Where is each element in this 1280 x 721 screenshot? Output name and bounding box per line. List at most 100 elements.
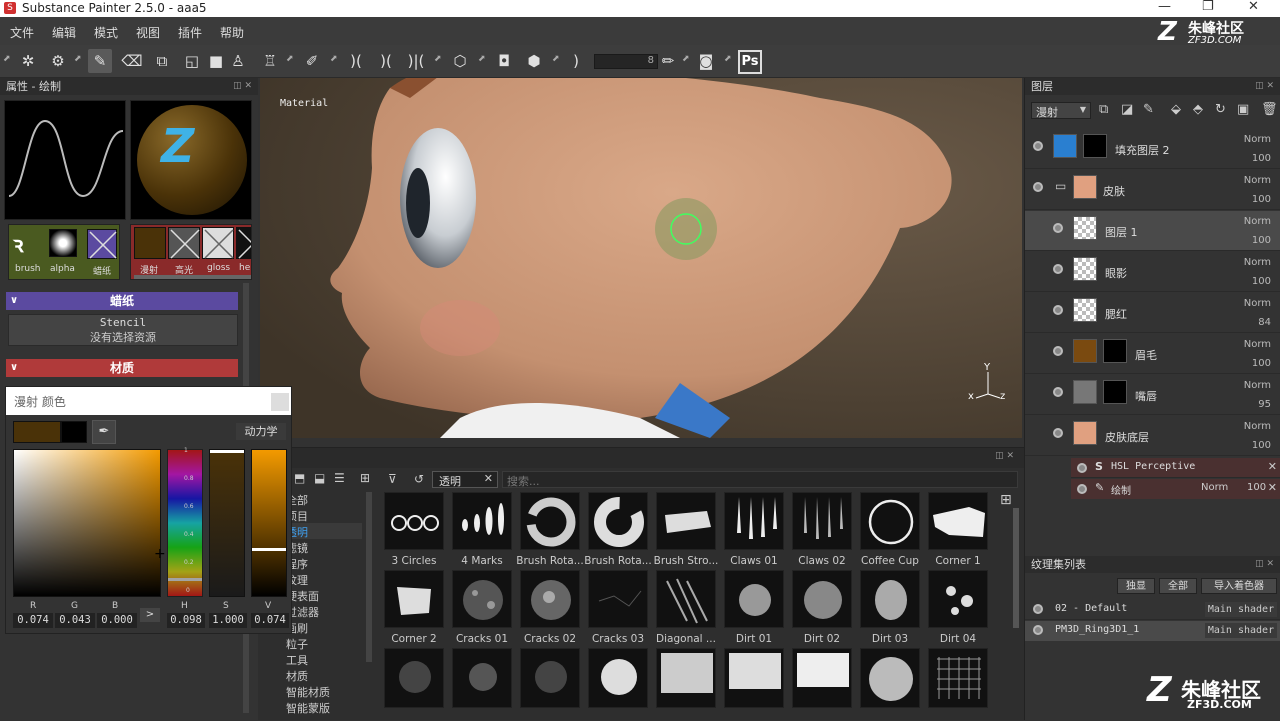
- symmetry-radial-icon[interactable]: )(: [374, 49, 398, 73]
- shelf-item-coffee-cup[interactable]: [860, 492, 920, 550]
- add-fill-layer-icon[interactable]: ⬙: [1171, 102, 1181, 117]
- color-picker-close-button[interactable]: [271, 393, 289, 411]
- shelf-item-cracks-01[interactable]: [452, 570, 512, 628]
- specular-slot-thumbnail[interactable]: [168, 227, 200, 259]
- visibility-icon[interactable]: [1033, 625, 1043, 635]
- shelf-item-dirt-03[interactable]: [860, 570, 920, 628]
- visibility-icon[interactable]: [1077, 463, 1087, 473]
- layer-row-eyebrow[interactable]: 眉毛 Norm 100: [1025, 334, 1280, 374]
- visibility-icon[interactable]: [1033, 604, 1043, 614]
- stencil-section-header[interactable]: ∨ 蜡纸: [6, 292, 238, 310]
- layer-opacity[interactable]: 100: [1252, 153, 1271, 164]
- shelf-item-corner-1[interactable]: [928, 492, 988, 550]
- layer-blend-mode[interactable]: Norm: [1244, 421, 1271, 432]
- category-scrollbar[interactable]: [366, 492, 372, 662]
- slot-scrollbar[interactable]: [134, 275, 251, 279]
- shelf-item-brush-stroke[interactable]: [656, 492, 716, 550]
- polygon-fill-tool-icon[interactable]: ◱: [180, 49, 204, 73]
- layer-blend-mode[interactable]: Norm: [1244, 216, 1271, 227]
- shelf-item-dirt-01[interactable]: [724, 570, 784, 628]
- material-section-header[interactable]: ∨ 材质: [6, 359, 238, 377]
- stencil-slot-thumbnail[interactable]: [87, 229, 117, 259]
- add-icon[interactable]: ⊞: [360, 471, 370, 485]
- layer-blend-mode[interactable]: Norm: [1244, 380, 1271, 391]
- diffuse-slot-thumbnail[interactable]: [134, 227, 166, 259]
- layer-row-blush[interactable]: 腮红 Norm 84: [1025, 293, 1280, 333]
- category-smart-materials[interactable]: 智能材质: [286, 684, 330, 700]
- close-icon[interactable]: ✕: [1248, 0, 1259, 14]
- visibility-icon[interactable]: [1053, 264, 1063, 274]
- visibility-icon[interactable]: [1033, 141, 1043, 151]
- eyedropper-button[interactable]: ✒: [92, 420, 116, 444]
- shader-select[interactable]: Main shader: [1205, 602, 1277, 617]
- visibility-icon[interactable]: [1053, 387, 1063, 397]
- filter-icon[interactable]: ⊽: [388, 472, 397, 486]
- visibility-icon[interactable]: [1077, 484, 1087, 494]
- symmetry-axis-icon[interactable]: )|(: [404, 49, 428, 73]
- shelf-item-dirt-02[interactable]: [792, 570, 852, 628]
- shelf-item[interactable]: [656, 648, 716, 708]
- expand-icon[interactable]: ⬈: [434, 54, 442, 64]
- shelf-item-brush-rotation-2[interactable]: [588, 492, 648, 550]
- panel-close-icon[interactable]: ◫ ✕: [1255, 78, 1274, 95]
- shelf-item[interactable]: [928, 648, 988, 708]
- g-input[interactable]: 0.043: [55, 613, 95, 628]
- category-smart-masks[interactable]: 智能蒙版: [286, 700, 330, 716]
- clone-tool-icon[interactable]: ♙: [226, 49, 250, 73]
- category-tools[interactable]: 工具: [286, 652, 308, 668]
- panel-close-icon[interactable]: ◫ ✕: [1255, 556, 1274, 573]
- solo-button[interactable]: 独显: [1117, 578, 1155, 594]
- texture-set-row-selected[interactable]: PM3D_Ring3D1_1 Main shader: [1025, 621, 1280, 641]
- shelf-item[interactable]: [792, 648, 852, 708]
- menu-mode[interactable]: 模式: [94, 24, 118, 41]
- shader-select[interactable]: Main shader: [1205, 623, 1277, 638]
- layer-opacity[interactable]: 100: [1252, 235, 1271, 246]
- delete-layer-icon[interactable]: 🗑: [1261, 102, 1278, 117]
- maximize-icon[interactable]: ❐: [1202, 0, 1214, 14]
- shelf-item-4-marks[interactable]: [452, 492, 512, 550]
- h-input[interactable]: 0.098: [167, 613, 205, 628]
- screenshot-camera-icon[interactable]: ◙: [694, 49, 718, 73]
- layer-blend-mode[interactable]: Norm: [1244, 257, 1271, 268]
- remove-filter-icon[interactable]: ✕: [484, 472, 493, 485]
- layer-row-lips[interactable]: 嘴唇 Norm 95: [1025, 375, 1280, 415]
- shelf-item-claws-01[interactable]: [724, 492, 784, 550]
- layer-row-skin-base[interactable]: 皮肤底层 Norm 100: [1025, 416, 1280, 456]
- panel-close-icon[interactable]: ◫ ✕: [233, 78, 252, 95]
- layer-blend-mode[interactable]: Norm: [1244, 298, 1271, 309]
- shelf-item[interactable]: [384, 648, 444, 708]
- shelf-item[interactable]: [724, 648, 784, 708]
- add-mask-icon[interactable]: ◪: [1121, 102, 1133, 117]
- layer-opacity[interactable]: 95: [1258, 399, 1271, 410]
- pen-pressure-icon[interactable]: ✏: [656, 49, 680, 73]
- expand-icon[interactable]: ⬈: [552, 54, 560, 64]
- shelf-item-corner-2[interactable]: [384, 570, 444, 628]
- alpha-thumbnail[interactable]: [49, 229, 77, 257]
- panel-close-icon[interactable]: ◫ ✕: [995, 451, 1014, 461]
- filter-tag[interactable]: 透明 ✕: [432, 471, 498, 488]
- layer-row-layer-1-selected[interactable]: 图层 1 Norm 100: [1025, 211, 1280, 251]
- expand-icon[interactable]: ⬈: [724, 54, 732, 64]
- symmetry-toggle-icon[interactable]: ): [564, 49, 588, 73]
- category-materials[interactable]: 材质: [286, 668, 308, 684]
- import-icon[interactable]: ⬒: [294, 471, 305, 485]
- undo-filter-icon[interactable]: ↺: [414, 472, 424, 486]
- refresh-icon[interactable]: ↻: [1215, 102, 1226, 117]
- settings-gear-icon[interactable]: ⚙: [46, 49, 70, 73]
- saturation-value-picker[interactable]: +: [13, 449, 166, 597]
- expand-icon[interactable]: ⬈: [74, 54, 82, 64]
- new-folder-icon[interactable]: ⬓: [314, 471, 325, 485]
- expand-icon[interactable]: ⬈: [478, 54, 486, 64]
- folder-icon[interactable]: ▭: [1055, 179, 1066, 193]
- layer-opacity[interactable]: 100: [1252, 440, 1271, 451]
- color-picker-tool-icon[interactable]: ✐: [300, 49, 324, 73]
- layer-row-eyeshadow[interactable]: 眼影 Norm 100: [1025, 252, 1280, 292]
- visibility-icon[interactable]: [1053, 346, 1063, 356]
- dynamics-button[interactable]: 动力学: [236, 423, 286, 440]
- shelf-item-cracks-03[interactable]: [588, 570, 648, 628]
- channel-select[interactable]: 漫射 ▼: [1031, 102, 1091, 119]
- add-folder-icon[interactable]: ▣: [1237, 102, 1249, 117]
- shelf-scrollbar[interactable]: [1013, 508, 1019, 628]
- expand-icon[interactable]: ⬈: [286, 54, 294, 64]
- shelf-item-diagonal[interactable]: [656, 570, 716, 628]
